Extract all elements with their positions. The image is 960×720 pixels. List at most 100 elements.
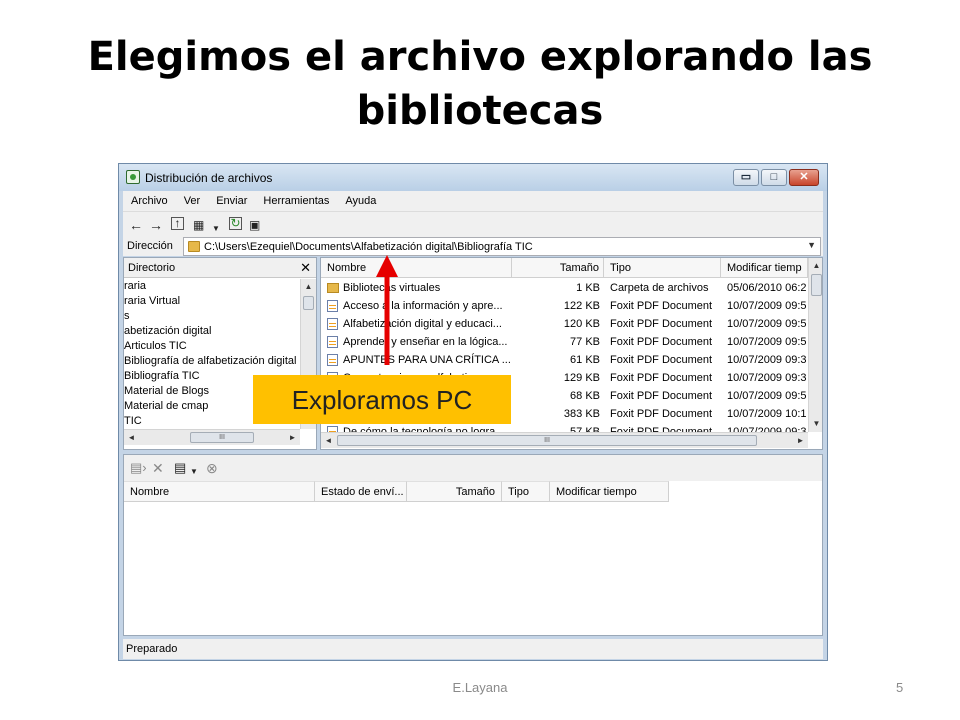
address-label: Dirección	[127, 240, 173, 252]
chevron-down-icon[interactable]: ▼	[807, 240, 816, 250]
column-header-modified[interactable]: Modificar tiemp	[721, 258, 808, 278]
menu-herramientas[interactable]: Herramientas	[255, 191, 337, 211]
cell-size: 120 KB	[563, 318, 600, 330]
scroll-left-icon[interactable]: ◄	[124, 430, 139, 445]
dropdown-icon[interactable]: ▼	[212, 221, 220, 237]
cell-modified: 10/07/2009 09:5	[727, 318, 807, 330]
close-icon[interactable]: ✕	[300, 260, 311, 276]
scroll-thumb[interactable]	[811, 274, 822, 296]
address-bar: Dirección C:\Users\Ezequiel\Documents\Al…	[123, 237, 823, 256]
tree-item[interactable]: abetización digital	[124, 324, 302, 339]
scroll-left-icon[interactable]: ◄	[321, 433, 336, 448]
cell-size: 57 KB	[570, 426, 600, 432]
menu-ayuda[interactable]: Ayuda	[337, 191, 384, 211]
minimize-icon: ▭	[740, 171, 752, 183]
tree-item[interactable]: raria	[124, 279, 302, 294]
menu-bar: Archivo Ver Enviar Herramientas Ayuda	[123, 191, 823, 211]
slide-title: Elegimos el archivo explorando las bibli…	[40, 30, 920, 138]
cell-modified: 10/07/2009 09:3	[727, 354, 807, 366]
folder-up-icon[interactable]: ↑	[171, 217, 184, 230]
status-text: Preparado	[126, 643, 178, 655]
column-header-name[interactable]: Nombre	[124, 481, 315, 502]
menu-enviar[interactable]: Enviar	[208, 191, 255, 211]
tree-item[interactable]: raria Virtual	[124, 294, 302, 309]
cell-type: Foxit PDF Document	[610, 354, 713, 366]
window-title: Distribución de archivos	[145, 171, 273, 185]
tree-item[interactable]: s	[124, 309, 302, 324]
remove-icon[interactable]: ✕	[152, 460, 164, 476]
cell-size: 61 KB	[570, 354, 600, 366]
title-bar[interactable]: Distribución de archivos ▭ □ ✕	[119, 164, 827, 191]
address-input[interactable]: C:\Users\Ezequiel\Documents\Alfabetizaci…	[183, 237, 821, 256]
cell-modified: 05/06/2010 06:2	[727, 282, 807, 294]
document-icon[interactable]: ▤	[174, 460, 186, 476]
view-icon[interactable]: ▦	[193, 217, 204, 233]
cell-size: 77 KB	[570, 336, 600, 348]
pdf-file-icon	[327, 336, 338, 348]
table-row[interactable]: De cómo la tecnología no logra... 57 KB Fo…	[321, 423, 808, 432]
column-header-type[interactable]: Tipo	[502, 481, 550, 502]
cell-name: Alfabetización digital y educaci...	[343, 318, 502, 330]
column-header-size[interactable]: Tamaño	[407, 481, 502, 502]
file-list-vertical-scrollbar[interactable]: ▲ ▼	[808, 258, 822, 432]
footer-author: E.Layana	[452, 680, 508, 695]
add-to-queue-icon[interactable]: ▤›	[130, 460, 147, 476]
cell-size: 68 KB	[570, 390, 600, 402]
transfer-toolbar: ▤› ✕ ▤ ▼ ⊗	[124, 455, 822, 481]
column-header-modified[interactable]: Modificar tiempo	[550, 481, 669, 502]
cell-type: Carpeta de archivos	[610, 282, 709, 294]
arrow-right-icon[interactable]: →	[149, 217, 163, 233]
scroll-thumb[interactable]: III	[337, 435, 757, 446]
menu-ver[interactable]: Ver	[176, 191, 209, 211]
dropdown-icon[interactable]: ▼	[190, 464, 198, 480]
directory-header-label: Directorio	[128, 262, 176, 274]
file-list-horizontal-scrollbar[interactable]: ◄ III ►	[321, 432, 808, 448]
cell-name: De cómo la tecnología no logra...	[343, 426, 505, 432]
cell-modified: 10/07/2009 09:5	[727, 390, 807, 402]
transfer-queue-pane: ▤› ✕ ▤ ▼ ⊗ Nombre Estado de enví... Tama…	[123, 454, 823, 636]
directory-header: Directorio ✕	[124, 258, 316, 278]
slide-title-line-1: Elegimos el archivo explorando las	[87, 34, 873, 80]
scroll-thumb[interactable]	[303, 296, 314, 310]
folder-icon	[327, 283, 339, 293]
toolbar: ← → ↑ ▦ ▼ ↻ ▣	[123, 211, 823, 237]
refresh-icon[interactable]: ↻	[229, 217, 242, 230]
transfer-column-headers: Nombre Estado de enví... Tamaño Tipo Mod…	[124, 481, 824, 502]
cell-size: 122 KB	[563, 300, 600, 312]
arrow-head	[376, 255, 398, 277]
scroll-down-icon[interactable]: ▼	[809, 416, 822, 431]
properties-icon[interactable]: ▣	[249, 217, 260, 233]
maximize-icon: □	[770, 171, 778, 183]
folder-icon	[188, 241, 200, 252]
tree-item[interactable]: Articulos TIC	[124, 339, 302, 354]
address-path: C:\Users\Ezequiel\Documents\Alfabetizaci…	[204, 241, 533, 253]
column-header-name[interactable]: Nombre	[321, 258, 512, 278]
cell-modified: 10/07/2009 09:3	[727, 372, 807, 384]
maximize-button[interactable]: □	[761, 169, 787, 186]
cancel-icon[interactable]: ⊗	[206, 460, 218, 476]
tree-item[interactable]: Bibliografía de alfabetización digital	[124, 354, 302, 369]
page-number: 5	[896, 680, 904, 695]
column-header-size[interactable]: Tamaño	[512, 258, 604, 278]
scroll-thumb[interactable]: III	[190, 432, 254, 443]
cell-type: Foxit PDF Document	[610, 318, 713, 330]
scroll-right-icon[interactable]: ►	[793, 433, 808, 448]
column-header-type[interactable]: Tipo	[604, 258, 721, 278]
column-header-status[interactable]: Estado de enví...	[315, 481, 407, 502]
scroll-up-icon[interactable]: ▲	[301, 279, 316, 294]
scroll-right-icon[interactable]: ►	[285, 430, 300, 445]
cell-name: Acceso a la información y apre...	[343, 300, 503, 312]
cell-size: 1 KB	[576, 282, 600, 294]
cell-modified: 10/07/2009 09:5	[727, 336, 807, 348]
cell-modified: 10/07/2009 10:1	[727, 408, 807, 420]
app-icon	[126, 170, 140, 184]
arrow-left-icon[interactable]: ←	[129, 217, 143, 233]
cell-name: Aprender y enseñar en la lógica...	[343, 336, 508, 348]
close-button[interactable]: ✕	[789, 169, 819, 186]
cell-type: Foxit PDF Document	[610, 372, 713, 384]
directory-horizontal-scrollbar[interactable]: ◄ III ►	[124, 429, 300, 445]
cell-name: Bibliotecas virtuales	[343, 282, 441, 294]
scroll-up-icon[interactable]: ▲	[809, 258, 822, 273]
menu-archivo[interactable]: Archivo	[123, 191, 176, 211]
minimize-button[interactable]: ▭	[733, 169, 759, 186]
